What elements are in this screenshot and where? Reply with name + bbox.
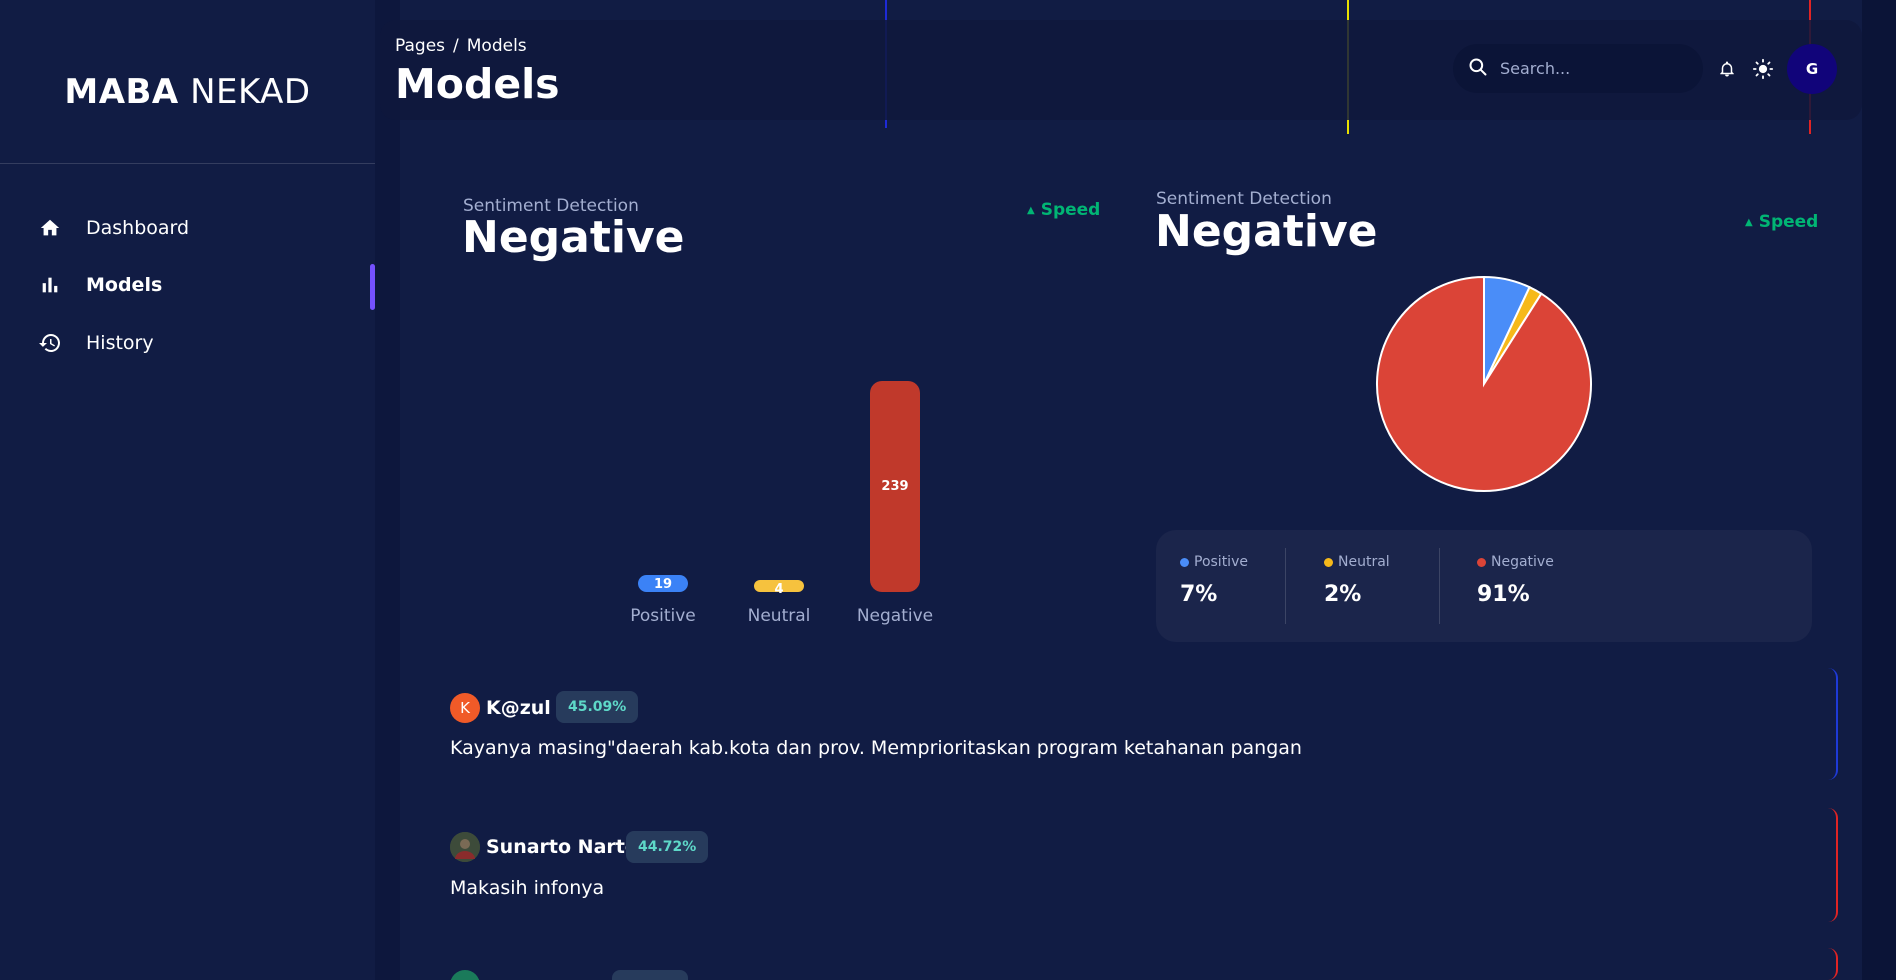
- score-badge: [612, 970, 688, 980]
- search-input[interactable]: [1500, 59, 1690, 78]
- brand-light: NEKAD: [190, 72, 311, 112]
- bar-neutral: 4: [754, 580, 804, 597]
- legend-divider: [1285, 548, 1286, 624]
- score-badge: 45.09%: [556, 691, 639, 723]
- legend-label: Negative: [1491, 554, 1554, 570]
- sidebar-item-label: Dashboard: [86, 217, 190, 239]
- legend-item-neutral: Neutral 2%: [1324, 554, 1390, 607]
- breadcrumb: Pages / Models: [395, 36, 527, 56]
- legend-divider: [1439, 548, 1440, 624]
- notifications-icon[interactable]: [1715, 57, 1739, 81]
- comment-author: K@zul: [486, 697, 551, 719]
- comment-accent: [1828, 808, 1838, 922]
- comment-accent: [1828, 948, 1838, 980]
- pie-card-speed: ▲ Speed: [1745, 212, 1818, 232]
- pie-chart: [1376, 275, 1592, 492]
- bar-data-label: 4: [774, 582, 784, 597]
- bar-category-label: Positive: [630, 606, 696, 626]
- brand-logo: MABA NEKAD: [0, 72, 375, 112]
- brand-bold: MABA: [64, 72, 179, 112]
- legend-dot: [1324, 557, 1333, 567]
- avatar: [450, 832, 480, 862]
- speed-label: Speed: [1040, 200, 1101, 220]
- legend-value: 91%: [1477, 582, 1530, 607]
- comment-text: Makasih infonya: [450, 877, 605, 899]
- bar-category-label: Negative: [856, 606, 934, 626]
- comment-accent: [1828, 668, 1838, 780]
- bar-card-speed: ▲ Speed: [1027, 200, 1100, 220]
- comment-text: Kayanya masing"daerah kab.kota dan prov.…: [450, 737, 1302, 759]
- right-edge: [1862, 0, 1896, 980]
- legend-item-negative: Negative 91%: [1477, 554, 1554, 607]
- comment-author: Sunarto Narto: [486, 836, 638, 858]
- bar-data-label: 19: [653, 577, 673, 592]
- sidebar-divider: [0, 163, 375, 164]
- bar-category-label: Neutral: [747, 606, 811, 626]
- pie-card-headline: Negative: [1155, 206, 1378, 257]
- gutter: [375, 0, 400, 980]
- bar-positive: 19: [638, 575, 688, 592]
- arrow-up-icon: ▲: [1027, 205, 1035, 216]
- score-badge: 44.72%: [626, 831, 709, 863]
- page-title: Models: [395, 60, 560, 108]
- bar-card-headline: Negative: [462, 212, 685, 263]
- arrow-up-icon: ▲: [1745, 217, 1753, 228]
- sidebar-item-models[interactable]: Models: [38, 268, 338, 302]
- legend-dot: [1477, 557, 1486, 567]
- search-icon: [1468, 57, 1488, 81]
- legend-value: 2%: [1324, 582, 1362, 607]
- user-avatar[interactable]: G: [1787, 44, 1837, 94]
- sidebar-item-history[interactable]: History: [38, 326, 338, 360]
- speed-label: Speed: [1758, 212, 1819, 232]
- legend-value: 7%: [1180, 582, 1218, 607]
- breadcrumb-root[interactable]: Pages: [395, 36, 445, 56]
- sidebar-item-label: Models: [86, 274, 163, 296]
- bar-negative: 239: [870, 381, 920, 592]
- home-icon: [38, 216, 62, 240]
- pie-slice-negative: [1376, 275, 1592, 492]
- legend-dot: [1180, 557, 1189, 567]
- legend-item-positive: Positive 7%: [1180, 554, 1248, 607]
- legend-label: Positive: [1194, 554, 1248, 570]
- breadcrumb-separator: /: [453, 36, 459, 56]
- breadcrumb-current: Models: [466, 36, 527, 56]
- pie-legend: Positive 7% Neutral 2% Negative 91%: [1156, 530, 1812, 642]
- sidebar-item-dashboard[interactable]: Dashboard: [38, 211, 338, 245]
- bar-data-label: 239: [881, 479, 909, 494]
- theme-toggle-icon[interactable]: [1751, 57, 1775, 81]
- avatar: K: [450, 693, 480, 723]
- sidebar-item-label: History: [86, 332, 154, 354]
- main-content: [400, 0, 1862, 980]
- history-icon: [38, 331, 62, 355]
- sidebar: MABA NEKAD Dashboard Models History: [0, 0, 375, 980]
- bar-chart-icon: [38, 273, 62, 297]
- search-bar[interactable]: [1453, 44, 1703, 93]
- legend-label: Neutral: [1338, 554, 1390, 570]
